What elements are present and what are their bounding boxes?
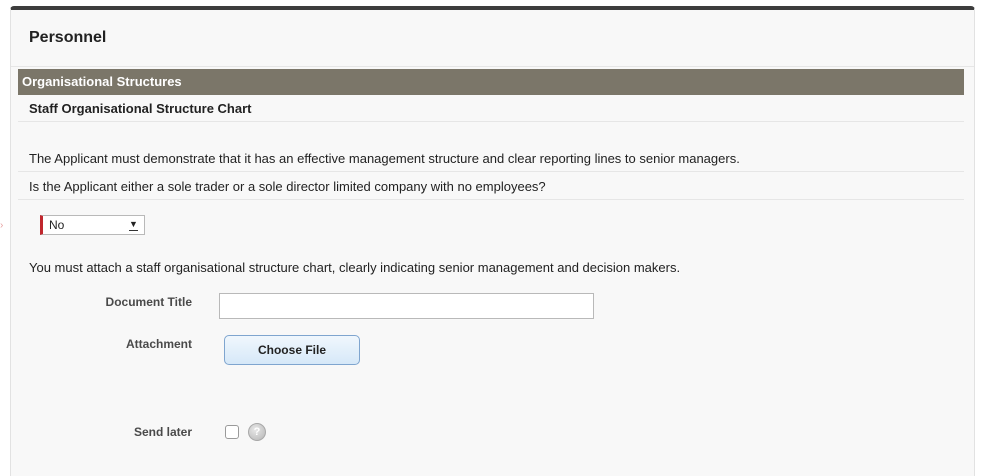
required-marker: › [0,220,4,231]
help-icon[interactable]: ? [248,423,266,441]
choose-file-button[interactable]: Choose File [224,335,360,365]
sole-trader-question: Is the Applicant either a sole trader or… [18,173,964,200]
panel-divider [11,66,974,67]
send-later-checkbox[interactable] [225,425,239,439]
requirement-text: The Applicant must demonstrate that it h… [18,145,964,172]
document-title-label: Document Title [105,295,192,309]
sole-trader-select[interactable]: No ▼ [40,215,145,235]
attachment-label: Attachment [125,337,192,351]
chevron-down-icon: ▼ [129,219,138,231]
select-value: No [49,218,65,232]
section-header: Organisational Structures [18,69,964,95]
attach-instruction: You must attach a staff organisational s… [29,260,681,275]
send-later-label: Send later [133,425,192,439]
panel-title: Personnel [29,29,107,46]
document-title-input[interactable] [219,293,594,319]
section-subheading: Staff Organisational Structure Chart [18,95,964,122]
